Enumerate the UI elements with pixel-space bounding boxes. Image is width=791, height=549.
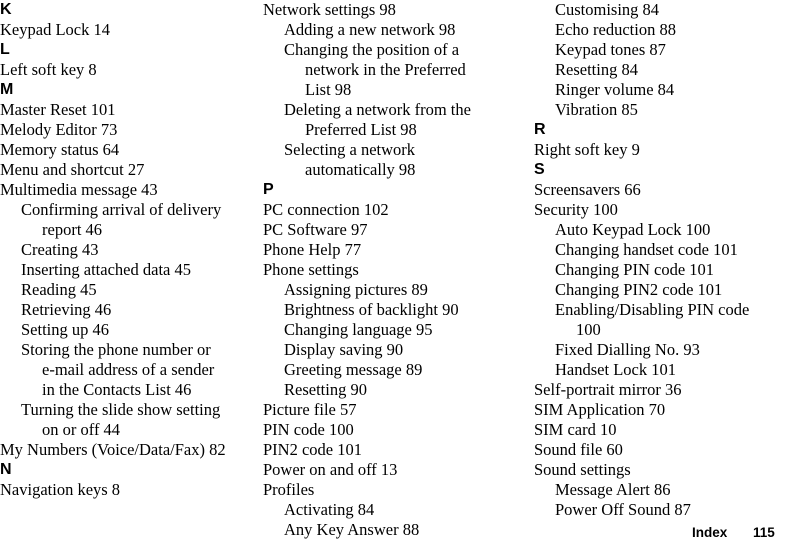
index-entry: Echo reduction 88 xyxy=(555,20,676,39)
index-entry: Vibration 85 xyxy=(555,100,638,119)
index-entry: Profiles xyxy=(263,480,315,499)
index-entry: Navigation keys 8 xyxy=(0,480,121,499)
index-entry: Selecting a network xyxy=(284,140,416,159)
index-entry: PC connection 102 xyxy=(263,200,389,219)
index-entry: List 98 xyxy=(305,80,352,99)
index-entry: Resetting 84 xyxy=(555,60,638,79)
index-entry: Phone Help 77 xyxy=(263,240,362,259)
index-entry: Preferred List 98 xyxy=(305,120,417,139)
index-entry: Activating 84 xyxy=(284,500,375,519)
index-entry: on or off 44 xyxy=(42,420,121,439)
index-entry: e-mail address of a sender xyxy=(42,360,215,379)
page-footer: Index 115 xyxy=(0,523,791,543)
index-entry: Handset Lock 101 xyxy=(555,360,676,379)
index-entry: Changing PIN2 code 101 xyxy=(555,280,723,299)
index-entry: automatically 98 xyxy=(305,160,416,179)
index-column-3: Customising 84 Echo reduction 88 Keypad to… xyxy=(526,0,791,519)
index-entry: Changing language 95 xyxy=(284,320,433,339)
footer-page-number: 115 xyxy=(753,525,775,540)
index-entry: Message Alert 86 xyxy=(555,480,671,499)
index-entry: network in the Preferred xyxy=(305,60,466,79)
index-letter-heading: M xyxy=(0,81,14,98)
index-entry: 100 xyxy=(576,320,601,339)
index-entry: Deleting a network from the xyxy=(284,100,471,119)
index-entry: Multimedia message 43 xyxy=(0,180,158,199)
index-entry: Setting up 46 xyxy=(21,320,110,339)
index-entry: Greeting message 89 xyxy=(284,360,423,379)
index-entry: Security 100 xyxy=(534,200,618,219)
index-entry: Inserting attached data 45 xyxy=(21,260,191,279)
index-entry: Customising 84 xyxy=(555,0,660,19)
index-entry: Sound file 60 xyxy=(534,440,623,459)
index-letter-heading: K xyxy=(0,1,12,18)
index-entry: Auto Keypad Lock 100 xyxy=(555,220,711,239)
index-entry: Menu and shortcut 27 xyxy=(0,160,145,179)
index-entry: Power Off Sound 87 xyxy=(555,500,691,519)
index-entry: Confirming arrival of delivery xyxy=(21,200,222,219)
index-entry: Power on and off 13 xyxy=(263,460,398,479)
index-entry: Turning the slide show setting xyxy=(21,400,221,419)
index-letter-heading: S xyxy=(534,161,545,178)
index-entry: Assigning pictures 89 xyxy=(284,280,428,299)
index-letter-heading: P xyxy=(263,181,274,198)
index-entry: SIM Application 70 xyxy=(534,400,666,419)
index-entry: Storing the phone number or xyxy=(21,340,211,359)
index-entry: My Numbers (Voice/Data/Fax) 82 xyxy=(0,440,226,459)
index-entry: Memory status 64 xyxy=(0,140,120,159)
index-entry: PIN2 code 101 xyxy=(263,440,362,459)
index-letter-heading: R xyxy=(534,121,546,138)
index-entry: Reading 45 xyxy=(21,280,97,299)
index-entry: Fixed Dialling No. 93 xyxy=(555,340,700,359)
index-entry: Phone settings xyxy=(263,260,359,279)
footer-section-label: Index xyxy=(692,525,728,540)
index-entry: Brightness of backlight 90 xyxy=(284,300,459,319)
index-entry: Display saving 90 xyxy=(284,340,404,359)
index-entry: Changing PIN code 101 xyxy=(555,260,715,279)
index-entry: Changing the position of a xyxy=(284,40,460,59)
index-entry: SIM card 10 xyxy=(534,420,617,439)
index-entry: Keypad tones 87 xyxy=(555,40,666,59)
index-entry: Changing handset code 101 xyxy=(555,240,738,259)
index-entry: Retrieving 46 xyxy=(21,300,112,319)
index-entry: Creating 43 xyxy=(21,240,99,259)
index-columns: K Keypad Lock 14 L Left soft key 8 M Master R… xyxy=(0,0,791,539)
index-letter-heading: N xyxy=(0,461,12,478)
index-letter-heading: L xyxy=(0,41,10,58)
index-entry: Sound settings xyxy=(534,460,631,479)
index-entry: Screensavers 66 xyxy=(534,180,641,199)
index-entry: Ringer volume 84 xyxy=(555,80,675,99)
index-entry: report 46 xyxy=(42,220,103,239)
index-page: K Keypad Lock 14 L Left soft key 8 M Master R… xyxy=(0,0,791,549)
index-column-2: Network settings 98 Adding a new network … xyxy=(263,0,526,539)
index-entry: Self-portrait mirror 36 xyxy=(534,380,682,399)
index-entry: Adding a new network 98 xyxy=(284,20,456,39)
index-entry: Resetting 90 xyxy=(284,380,367,399)
index-entry: Right soft key 9 xyxy=(534,140,640,159)
index-entry: Network settings 98 xyxy=(263,0,396,19)
index-entry: PIN code 100 xyxy=(263,420,354,439)
index-entry: Enabling/Disabling PIN code xyxy=(555,300,750,319)
index-entry: Keypad Lock 14 xyxy=(0,20,110,39)
index-column-1: K Keypad Lock 14 L Left soft key 8 M Master R… xyxy=(0,0,263,512)
index-entry: in the Contacts List 46 xyxy=(42,380,192,399)
index-entry: Left soft key 8 xyxy=(0,60,97,79)
index-entry: Master Reset 101 xyxy=(0,100,116,119)
index-entry: PC Software 97 xyxy=(263,220,368,239)
index-entry: Melody Editor 73 xyxy=(0,120,118,139)
index-entry: Picture file 57 xyxy=(263,400,357,419)
